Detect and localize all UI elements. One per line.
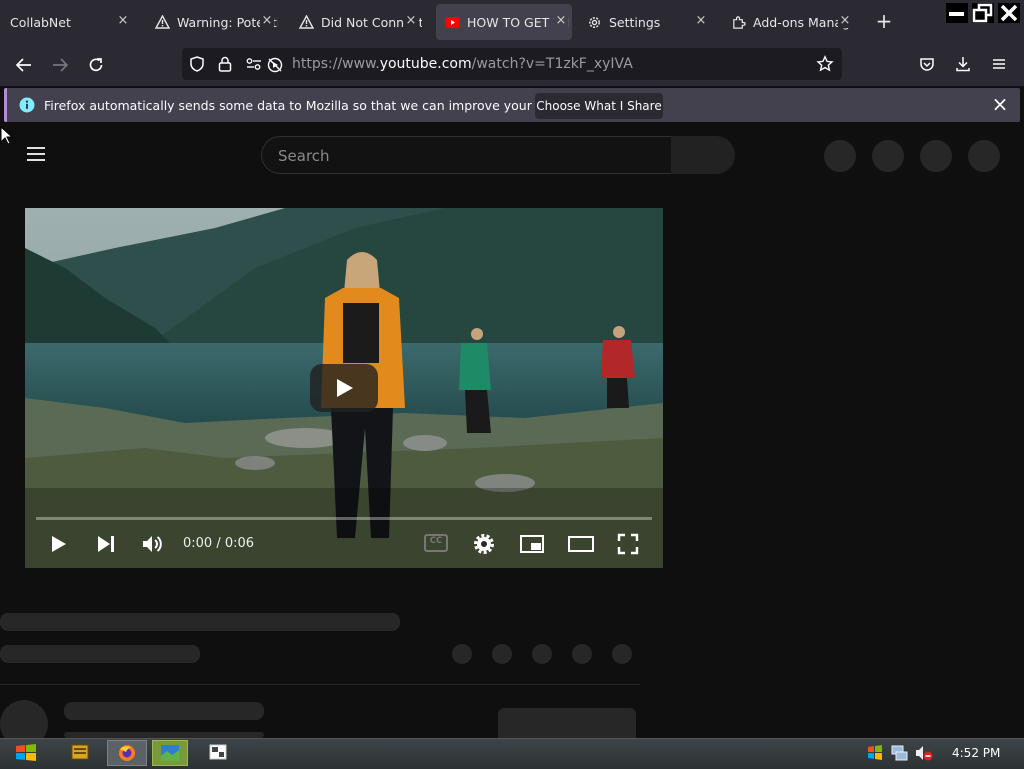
progress-bar[interactable] <box>36 517 652 520</box>
action-placeholder-circle <box>572 644 592 664</box>
action-placeholder-circle <box>452 644 472 664</box>
play-button[interactable] <box>49 533 71 555</box>
warning-icon <box>298 14 314 30</box>
action-placeholder-circle <box>492 644 512 664</box>
tab-close-icon[interactable]: × <box>554 14 568 28</box>
action-placeholder-circle <box>612 644 632 664</box>
autoplay-blocked-icon[interactable] <box>266 56 284 74</box>
search-placeholder: Search <box>278 147 330 165</box>
taskbar-clock[interactable]: 4:52 PM <box>952 746 1000 760</box>
app-window-taskbar-icon[interactable] <box>208 743 230 763</box>
tab-warning[interactable]: Warning: Potenti × <box>154 4 278 40</box>
app-menu-icon[interactable] <box>990 55 1010 75</box>
back-arrow-icon <box>15 58 31 72</box>
play-icon <box>337 379 353 397</box>
mouse-cursor-icon <box>0 125 16 150</box>
tab-settings[interactable]: Settings × <box>586 4 712 40</box>
header-placeholder-circle <box>872 140 904 172</box>
tab-close-icon[interactable]: × <box>404 14 418 28</box>
header-placeholder-circle <box>968 140 1000 172</box>
close-icon <box>1000 4 1018 22</box>
big-play-button[interactable] <box>310 364 378 412</box>
url-text[interactable]: https://www.youtube.com/watch?v=T1zkF_xy… <box>292 56 633 72</box>
tab-youtube[interactable]: HOW TO GET WI × <box>436 4 572 40</box>
close-notification-button[interactable]: × <box>990 94 1010 114</box>
reload-icon <box>89 58 103 72</box>
next-button[interactable] <box>95 534 117 554</box>
forward-arrow-icon <box>53 58 69 72</box>
video-player[interactable]: 0:00 / 0:06 CC <box>25 208 663 568</box>
back-button[interactable] <box>12 53 36 77</box>
lock-icon[interactable] <box>217 55 235 75</box>
url-prefix: https://www. <box>292 56 380 72</box>
url-host: youtube.com <box>379 56 472 72</box>
landscape-app-icon <box>161 745 179 761</box>
fullscreen-button[interactable] <box>617 533 639 555</box>
bookmark-star-icon[interactable] <box>816 55 836 75</box>
tab-close-icon[interactable]: × <box>694 14 708 28</box>
downloads-icon[interactable] <box>954 55 974 75</box>
tab-close-icon[interactable]: × <box>838 14 852 28</box>
reload-button[interactable] <box>84 53 108 77</box>
search-button[interactable] <box>671 136 735 174</box>
puzzle-icon <box>730 14 746 30</box>
gear-icon <box>474 534 494 554</box>
theater-icon <box>568 536 594 552</box>
tracking-protection-shield-icon[interactable] <box>188 55 208 75</box>
restore-icon <box>972 3 993 23</box>
cc-label: CC <box>429 536 443 546</box>
firefox-taskbar-button[interactable] <box>107 740 147 766</box>
theater-mode-button[interactable] <box>567 535 595 553</box>
minimize-icon <box>949 12 964 16</box>
youtube-icon <box>444 14 460 30</box>
minimize-button[interactable] <box>946 3 968 23</box>
network-tray-icon[interactable] <box>890 744 908 762</box>
miniplayer-icon <box>520 535 544 553</box>
choose-what-i-share-button[interactable]: Choose What I Share <box>535 93 663 119</box>
action-placeholder-circle <box>532 644 552 664</box>
app-taskbar-button[interactable] <box>152 740 188 766</box>
file-explorer-taskbar-icon[interactable] <box>70 743 92 763</box>
gear-icon <box>586 14 602 30</box>
skip-next-icon <box>98 536 114 552</box>
info-icon <box>19 97 35 113</box>
tab-addons[interactable]: Add-ons Manag × <box>730 4 856 40</box>
permissions-icon[interactable] <box>245 56 263 74</box>
pocket-icon[interactable] <box>918 55 938 75</box>
miniplayer-button[interactable] <box>519 534 545 554</box>
hamburger-menu-icon[interactable] <box>26 145 48 165</box>
firefox-icon <box>119 745 135 761</box>
warning-icon <box>154 14 170 30</box>
title-placeholder <box>0 613 400 631</box>
restore-button[interactable] <box>972 3 994 23</box>
volume-muted-tray-icon[interactable] <box>914 744 934 762</box>
channel-placeholder <box>64 702 264 720</box>
mute-button[interactable] <box>141 533 165 555</box>
forward-button[interactable] <box>48 53 72 77</box>
new-tab-button[interactable]: + <box>872 10 896 34</box>
tab-collabnet[interactable]: CollabNet × <box>10 4 134 40</box>
start-button[interactable] <box>14 742 40 766</box>
tab-close-icon[interactable]: × <box>116 14 130 28</box>
url-path: /watch?v=T1zkF_xyIVA <box>471 56 633 72</box>
header-placeholder-circle <box>920 140 952 172</box>
settings-button[interactable] <box>472 532 496 556</box>
tab-did-not-connect[interactable]: Did Not Connect × <box>298 4 422 40</box>
time-display: 0:00 / 0:06 <box>183 536 255 551</box>
security-center-tray-icon[interactable] <box>866 744 884 762</box>
notification-message: Firefox automatically sends some data to… <box>44 98 610 113</box>
fullscreen-icon <box>617 533 639 555</box>
close-window-button[interactable] <box>998 3 1020 23</box>
volume-icon <box>143 536 162 552</box>
subtitle-placeholder <box>0 645 200 663</box>
subtitles-button[interactable]: CC <box>424 534 448 554</box>
divider <box>0 684 640 685</box>
play-icon <box>52 536 66 552</box>
tab-close-icon[interactable]: × <box>260 14 274 28</box>
windows-logo-icon <box>16 744 36 761</box>
header-placeholder-circle <box>824 140 856 172</box>
subscribe-placeholder <box>498 708 636 738</box>
